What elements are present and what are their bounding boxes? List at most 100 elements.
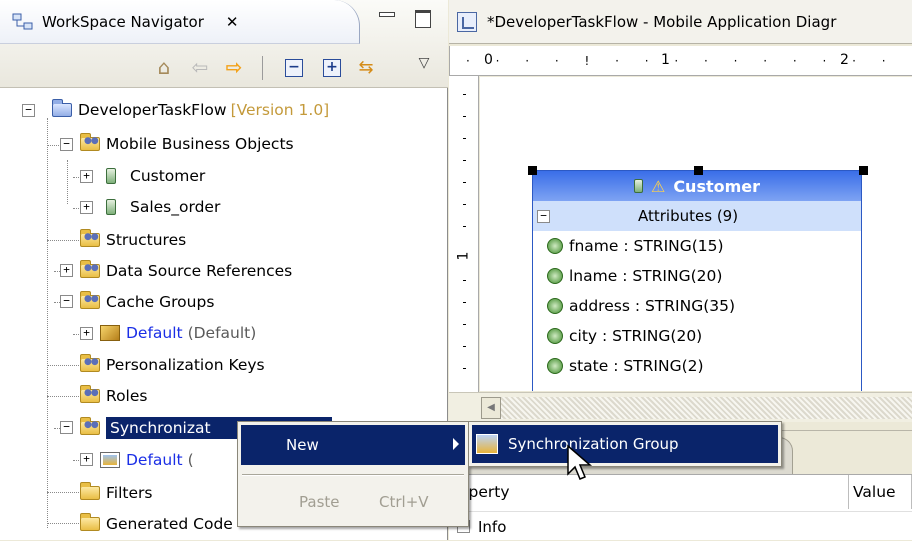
navigator-header: WorkSpace Navigator ✕ ⌂ ⇦ ⇨ − + ⇆ ▽ bbox=[0, 0, 448, 88]
editor-tab-title: *DeveloperTaskFlow - Mobile Application … bbox=[487, 12, 837, 31]
tree-item-structures[interactable]: Structures bbox=[80, 225, 186, 255]
navigator-tab[interactable]: WorkSpace Navigator ✕ bbox=[0, 0, 360, 44]
resize-handle[interactable] bbox=[694, 166, 703, 175]
tree-item-label: Default bbox=[126, 324, 183, 342]
folder-icon bbox=[80, 417, 100, 435]
navigator-view-icon bbox=[12, 13, 33, 29]
navigator-tab-title: WorkSpace Navigator bbox=[42, 12, 204, 31]
attribute-icon bbox=[547, 238, 563, 254]
folder-icon bbox=[80, 260, 100, 278]
tree-item-filters[interactable]: Filters bbox=[80, 478, 152, 508]
folder-icon bbox=[80, 513, 100, 531]
menu-item-label: New bbox=[286, 436, 319, 454]
tree-item-generated-code[interactable]: Generated Code bbox=[80, 509, 233, 539]
tree-item-label: Structures bbox=[106, 231, 187, 249]
mbo-attributes-section[interactable]: − Attributes (9) bbox=[533, 201, 861, 231]
tree-item-default-sync-group[interactable]: Default ( bbox=[100, 445, 194, 475]
mbo-attribute[interactable]: address : STRING(35) bbox=[533, 291, 861, 321]
tree-item-personalization-keys[interactable]: Personalization Keys bbox=[80, 350, 265, 380]
resize-handle[interactable] bbox=[528, 166, 537, 175]
ruler-label: 1 bbox=[455, 251, 472, 261]
cache-group-icon bbox=[100, 325, 120, 341]
mbo-diagram-node-customer[interactable]: ⚠ Customer − Attributes (9) fname : STRI… bbox=[532, 170, 862, 391]
mbo-attribute[interactable]: city : STRING(20) bbox=[533, 321, 861, 351]
tree-collapse-toggle[interactable]: − bbox=[60, 138, 73, 151]
tree-expand-toggle[interactable]: + bbox=[80, 201, 93, 214]
mbo-title: Customer bbox=[673, 176, 761, 196]
tree-item-label: Default bbox=[126, 451, 183, 469]
expand-all-icon[interactable]: + bbox=[318, 54, 346, 80]
horizontal-ruler: · · · · ! · · · · · · · · · · ! · · · · … bbox=[449, 46, 912, 76]
tree-item-roles[interactable]: Roles bbox=[80, 381, 147, 411]
ruler-label: 0 bbox=[484, 52, 493, 68]
synchronization-group-icon bbox=[100, 452, 120, 468]
tree-expand-toggle[interactable]: + bbox=[60, 264, 73, 277]
folder-icon bbox=[80, 133, 100, 151]
vertical-ruler: 1 bbox=[449, 76, 479, 392]
attribute-icon bbox=[547, 358, 563, 374]
tree-item-mobile-business-objects[interactable]: Mobile Business Objects bbox=[80, 129, 294, 159]
tree-item-label: Filters bbox=[106, 484, 153, 502]
attributes-header: Attributes (9) bbox=[638, 207, 739, 225]
tree-collapse-toggle[interactable]: − bbox=[60, 295, 73, 308]
folder-icon bbox=[80, 385, 100, 403]
diagram-canvas[interactable]: ⚠ Customer − Attributes (9) fname : STRI… bbox=[480, 77, 912, 391]
forward-arrow-icon[interactable]: ⇨ bbox=[220, 54, 248, 80]
maximize-button[interactable] bbox=[410, 6, 434, 28]
mbo-attribute[interactable]: state : STRING(2) bbox=[533, 351, 861, 381]
minimize-button[interactable] bbox=[374, 6, 398, 28]
ruler-label: 2 bbox=[840, 52, 849, 68]
mbo-icon bbox=[106, 199, 116, 215]
diagram-icon bbox=[457, 11, 477, 32]
properties-table: roperty Value − Info bbox=[449, 474, 912, 540]
tree-expand-toggle[interactable]: + bbox=[80, 327, 93, 340]
tree-collapse-toggle[interactable]: − bbox=[60, 421, 73, 434]
close-icon[interactable]: ✕ bbox=[226, 13, 239, 31]
project-version: [Version 1.0] bbox=[230, 101, 330, 119]
menu-item-synchronization-group[interactable]: Synchronization Group bbox=[472, 425, 778, 463]
attribute-icon bbox=[547, 268, 563, 284]
tree-expand-toggle[interactable]: + bbox=[80, 453, 93, 466]
horizontal-scrollbar[interactable]: ◀ bbox=[449, 392, 912, 422]
tree-item-label: Customer bbox=[130, 167, 206, 185]
tree-item-data-source-references[interactable]: Data Source References bbox=[80, 256, 292, 286]
tree-item-label: Roles bbox=[106, 387, 148, 405]
back-arrow-icon[interactable]: ⇦ bbox=[186, 54, 214, 80]
home-icon[interactable]: ⌂ bbox=[150, 54, 178, 80]
resize-handle[interactable] bbox=[859, 166, 868, 175]
tree-item-default-cache-group[interactable]: Default (Default) bbox=[100, 318, 256, 348]
view-menu-icon[interactable]: ▽ bbox=[410, 50, 438, 76]
mbo-attribute[interactable]: lname : STRING(20) bbox=[533, 261, 861, 291]
synchronization-group-icon bbox=[476, 434, 498, 454]
section-collapse-toggle[interactable]: − bbox=[537, 209, 550, 223]
scroll-left-arrow-icon[interactable]: ◀ bbox=[481, 397, 501, 419]
tree-project-node[interactable]: DeveloperTaskFlow [Version 1.0] bbox=[52, 95, 329, 125]
tree-collapse-toggle[interactable]: − bbox=[22, 104, 35, 117]
menu-item-new[interactable]: New bbox=[241, 425, 465, 465]
context-menu: New Paste Ctrl+V bbox=[237, 421, 469, 527]
collapse-all-icon[interactable]: − bbox=[280, 54, 308, 80]
tree-item-label: Cache Groups bbox=[106, 293, 215, 311]
tree-item-customer[interactable]: Customer bbox=[100, 161, 205, 191]
mbo-icon bbox=[106, 168, 116, 184]
scrollbar-track[interactable] bbox=[501, 397, 912, 419]
attribute-icon bbox=[547, 328, 563, 344]
folder-icon bbox=[80, 482, 100, 500]
toolbar-separator bbox=[262, 56, 263, 80]
properties-info-row[interactable]: − Info bbox=[449, 511, 912, 541]
tree-item-label: Generated Code bbox=[106, 515, 233, 533]
mbo-attribute[interactable]: fname : STRING(15) bbox=[533, 231, 861, 261]
menu-item-label: Paste bbox=[299, 493, 340, 511]
link-with-editor-icon[interactable]: ⇆ bbox=[352, 54, 380, 80]
tree-item-suffix: (Default) bbox=[187, 324, 257, 342]
tree-expand-toggle[interactable]: + bbox=[80, 170, 93, 183]
folder-icon bbox=[80, 354, 100, 372]
property-column-header[interactable]: roperty bbox=[449, 475, 849, 509]
value-column-header[interactable]: Value bbox=[849, 475, 912, 509]
tree-item-cache-groups[interactable]: Cache Groups bbox=[80, 287, 214, 317]
mbo-icon bbox=[633, 179, 643, 193]
tree-item-sales-order[interactable]: Sales_order bbox=[100, 192, 220, 222]
submenu-arrow-icon bbox=[453, 438, 459, 450]
editor-tab[interactable]: *DeveloperTaskFlow - Mobile Application … bbox=[449, 0, 912, 44]
tree-item-suffix: ( bbox=[187, 451, 194, 469]
